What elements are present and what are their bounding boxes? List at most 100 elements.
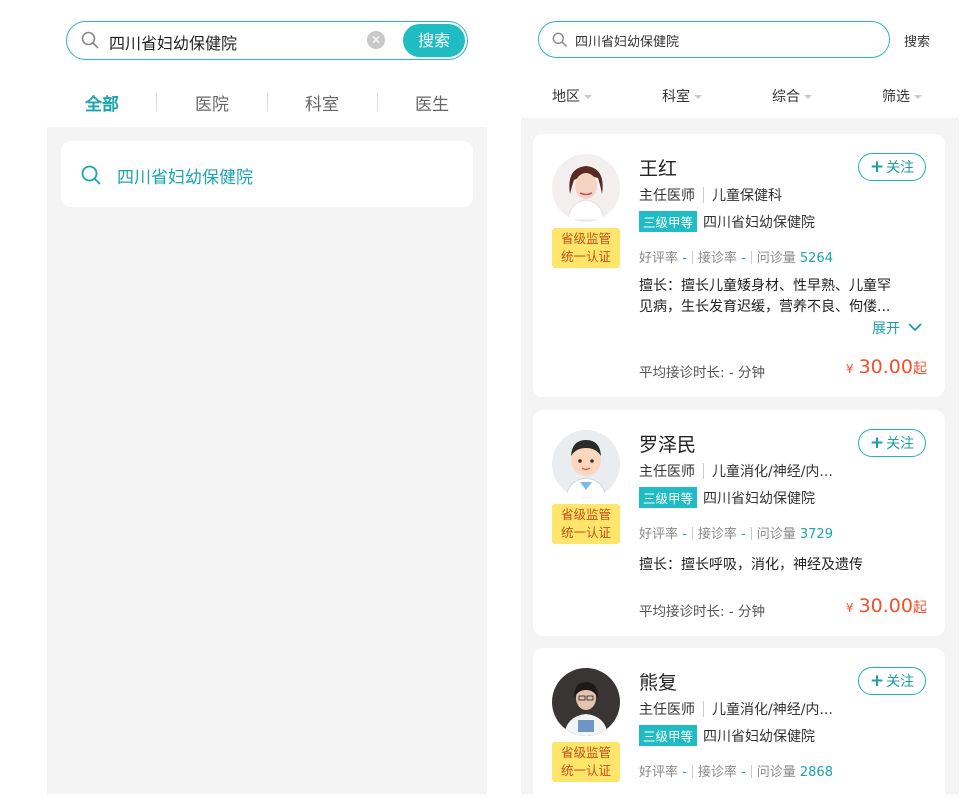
- price-amount: 30.00: [858, 595, 913, 617]
- filter-label: 综合: [772, 89, 800, 105]
- doctor-card[interactable]: 省级监管 统一认证 熊复 + 关注 主任医师 儿童消化/神经/内... 三级甲等 四川…: [533, 648, 945, 808]
- hospital-name: 四川省妇幼保健院: [703, 729, 816, 745]
- search-button[interactable]: 搜索: [403, 24, 465, 57]
- left-search-screen: 四川省妇幼保健院 ✕ 搜索 全部 医院 科室 医生 四川省妇幼保健院: [0, 0, 490, 794]
- price-amount: 30.00: [858, 356, 913, 378]
- filter-label: 地区: [552, 89, 580, 105]
- doctor-dept: 儿童消化/神经/内...: [712, 464, 833, 480]
- doctor-hospital: 三级甲等 四川省妇幼保健院: [639, 725, 815, 746]
- avg-value: - 分钟: [728, 604, 766, 620]
- consult-value: 5264: [799, 251, 833, 266]
- filter-sort[interactable]: 综合: [772, 86, 812, 106]
- doctor-avatar: [552, 430, 620, 498]
- rating-label: 好评率: [639, 765, 679, 780]
- certification-badge: 省级监管 统一认证: [552, 742, 620, 782]
- divider: [750, 251, 752, 264]
- consult-value: 2868: [799, 765, 833, 780]
- rating-value: -: [682, 251, 687, 266]
- specialty-line: 擅长：擅长儿童矮身材、性早熟、儿童罕: [639, 278, 891, 294]
- doctor-avatar: [552, 154, 620, 222]
- certification-badge: 省级监管 统一认证: [552, 228, 620, 268]
- doctor-card[interactable]: 省级监管 统一认证 王红 + 关注 主任医师 儿童保健科 三级甲等 四川省妇幼保健院 …: [533, 134, 945, 397]
- doctor-title: 主任医师: [639, 188, 695, 204]
- accept-value: -: [741, 527, 746, 542]
- doctor-stats: 好评率 - 接诊率 - 问诊量 2868: [639, 761, 833, 780]
- avg-value: - 分钟: [728, 365, 766, 381]
- expand-button[interactable]: 展开: [872, 318, 923, 338]
- hospital-level-tag: 三级甲等: [639, 725, 698, 746]
- consult-price: ¥ 30.00起: [846, 356, 927, 378]
- search-button[interactable]: 搜索: [904, 31, 930, 50]
- caret-down-icon: [914, 95, 922, 99]
- accept-value: -: [741, 251, 746, 266]
- doctor-dept: 儿童消化/神经/内...: [712, 702, 833, 718]
- tab-doctor[interactable]: 医生: [377, 90, 487, 115]
- search-bar[interactable]: 四川省妇幼保健院: [538, 21, 890, 58]
- expand-label: 展开: [872, 321, 900, 337]
- accept-value: -: [741, 765, 746, 780]
- search-suggestion[interactable]: 四川省妇幼保健院: [61, 141, 473, 207]
- avg-consult-time: 平均接诊时长: - 分钟: [639, 600, 765, 620]
- divider: [691, 765, 693, 778]
- suggestion-area: 四川省妇幼保健院: [47, 127, 487, 794]
- divider: [750, 527, 752, 540]
- rating-label: 好评率: [639, 251, 679, 266]
- follow-button[interactable]: + 关注: [858, 153, 926, 181]
- doctor-specialty: 擅长：擅长儿童矮身材、性早熟、儿童罕 见病，生长发育迟缓，营养不良、佝偻...: [639, 276, 921, 318]
- avg-label: 平均接诊时长:: [639, 604, 725, 620]
- consult-label: 问诊量: [756, 251, 796, 266]
- search-input[interactable]: 四川省妇幼保健院: [575, 31, 679, 50]
- tab-hospital[interactable]: 医院: [157, 90, 267, 115]
- right-results-screen: 四川省妇幼保健院 搜索 地区 科室 综合 筛选 省级监管 统一认证 王红 + 关注…: [521, 0, 959, 808]
- results-header: 四川省妇幼保健院 搜索 地区 科室 综合 筛选: [521, 0, 959, 118]
- tab-department[interactable]: 科室: [267, 90, 377, 115]
- divider: [703, 701, 704, 717]
- consult-label: 问诊量: [756, 765, 796, 780]
- doctor-card[interactable]: 省级监管 统一认证 罗泽民 + 关注 主任医师 儿童消化/神经/内... 三级甲等四…: [533, 410, 945, 636]
- rating-value: -: [682, 765, 687, 780]
- tab-all[interactable]: 全部: [47, 90, 157, 115]
- badge-line: 省级监管: [560, 507, 611, 522]
- filter-more[interactable]: 筛选: [882, 86, 922, 106]
- hospital-name: 四川省妇幼保健院: [703, 491, 816, 507]
- consult-value: 3729: [799, 527, 833, 542]
- price-suffix: 起: [913, 361, 927, 377]
- certification-badge: 省级监管 统一认证: [552, 504, 620, 544]
- rating-label: 好评率: [639, 527, 679, 542]
- suggestion-text: 四川省妇幼保健院: [117, 168, 253, 188]
- search-icon: [81, 165, 101, 185]
- plus-icon: +: [869, 157, 885, 177]
- doctor-name: 罗泽民: [639, 434, 697, 456]
- doctor-title-dept: 主任医师 儿童保健科: [639, 185, 782, 205]
- doctor-hospital: 三级甲等 四川省妇幼保健院: [639, 487, 815, 508]
- caret-down-icon: [804, 95, 812, 99]
- chevron-down-icon: [908, 323, 923, 332]
- badge-line: 统一认证: [560, 763, 611, 778]
- badge-line: 统一认证: [560, 249, 611, 264]
- hospital-name: 四川省妇幼保健院: [703, 215, 816, 231]
- doctor-specialty: 擅长：擅长呼吸，消化，神经及遗传: [639, 555, 921, 576]
- divider: [703, 463, 704, 479]
- price-suffix: 起: [913, 600, 927, 616]
- filter-region[interactable]: 地区: [552, 86, 592, 106]
- accept-label: 接诊率: [697, 251, 737, 266]
- follow-label: 关注: [886, 674, 915, 690]
- rating-value: -: [682, 527, 687, 542]
- search-bar[interactable]: 四川省妇幼保健院 ✕ 搜索: [66, 21, 468, 60]
- hospital-level-tag: 三级甲等: [639, 487, 698, 508]
- divider: [703, 187, 704, 203]
- divider: [691, 251, 693, 264]
- clear-icon[interactable]: ✕: [367, 31, 385, 49]
- doctor-title: 主任医师: [639, 702, 695, 718]
- follow-label: 关注: [886, 160, 915, 176]
- filter-department[interactable]: 科室: [662, 86, 702, 106]
- caret-down-icon: [694, 95, 702, 99]
- search-input[interactable]: 四川省妇幼保健院: [109, 30, 237, 54]
- currency-symbol: ¥: [845, 362, 854, 376]
- follow-button[interactable]: + 关注: [858, 667, 926, 695]
- follow-button[interactable]: + 关注: [858, 429, 926, 457]
- doctor-name: 王红: [639, 158, 678, 180]
- divider: [691, 527, 693, 540]
- doctor-stats: 好评率 - 接诊率 - 问诊量 3729: [639, 523, 833, 542]
- follow-label: 关注: [886, 436, 915, 452]
